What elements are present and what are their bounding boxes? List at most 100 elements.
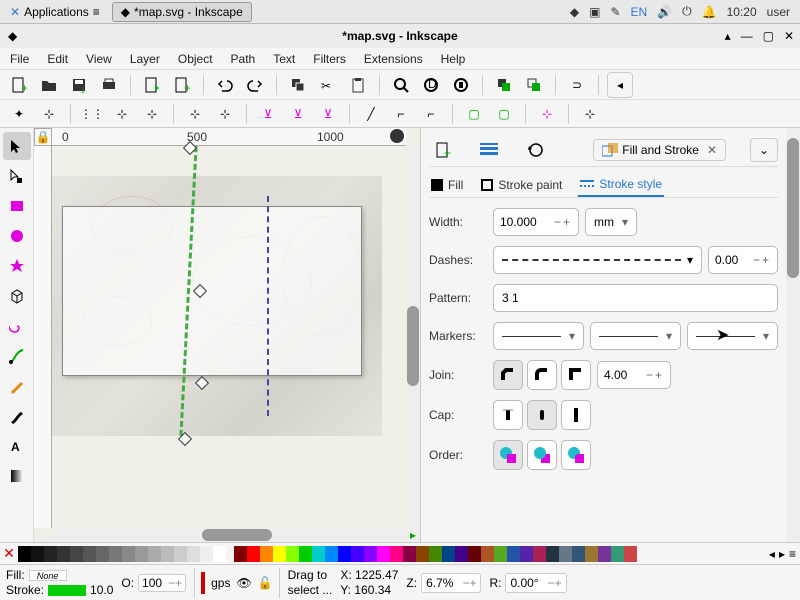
palette-none-swatch[interactable]: ✕	[0, 545, 18, 563]
3dbox-tool[interactable]	[3, 282, 31, 310]
swatch[interactable]	[96, 546, 109, 562]
snap-btn-6[interactable]: ⊹	[182, 101, 208, 127]
status-stroke-swatch[interactable]	[48, 585, 86, 596]
zoom-page-button[interactable]	[448, 72, 474, 98]
subtab-stroke-style[interactable]: Stroke style	[578, 173, 664, 197]
marker-mid-select[interactable]: ▾	[590, 322, 681, 350]
snap-btn-5[interactable]: ⊹	[139, 101, 165, 127]
window-close-button[interactable]: ✕	[784, 29, 794, 43]
visibility-icon[interactable]: 👁	[236, 576, 251, 590]
swatch[interactable]	[533, 546, 546, 562]
snap-btn-16[interactable]: ⊹	[534, 101, 560, 127]
canvas-vscroll[interactable]	[406, 146, 420, 528]
pattern-input[interactable]: 3 1	[493, 284, 778, 312]
snap-btn-14[interactable]: ▢	[461, 101, 487, 127]
menu-help[interactable]: Help	[441, 52, 466, 66]
order-3-button[interactable]	[561, 440, 591, 470]
canvas-corner-button[interactable]: ▸	[406, 528, 420, 542]
ruler-lock-icon[interactable]: 🔒	[34, 128, 52, 146]
swatch[interactable]	[338, 546, 351, 562]
swatch[interactable]	[468, 546, 481, 562]
cap-round-button[interactable]	[527, 400, 557, 430]
swatch[interactable]	[559, 546, 572, 562]
snap-btn-2[interactable]: ⊹	[36, 101, 62, 127]
tray-lang[interactable]: EN	[631, 5, 648, 19]
tray-bell-icon[interactable]: 🔔	[702, 5, 717, 19]
order-1-button[interactable]	[493, 440, 523, 470]
swatch[interactable]	[390, 546, 403, 562]
swatch[interactable]	[481, 546, 494, 562]
swatch[interactable]	[585, 546, 598, 562]
snap-btn-11[interactable]: ╱	[358, 101, 384, 127]
status-fill-swatch[interactable]: None	[29, 570, 67, 581]
undo-button[interactable]	[212, 72, 238, 98]
pencil-tool[interactable]	[3, 372, 31, 400]
swatch[interactable]	[234, 546, 247, 562]
zoom-sel-button[interactable]	[388, 72, 414, 98]
menu-file[interactable]: File	[10, 52, 29, 66]
paste-button[interactable]	[345, 72, 371, 98]
print-button[interactable]	[96, 72, 122, 98]
snap-btn-7[interactable]: ⊹	[212, 101, 238, 127]
palette-right-button[interactable]: ▸	[779, 547, 785, 561]
export-button[interactable]: +	[169, 72, 195, 98]
cap-square-button[interactable]	[561, 400, 591, 430]
rect-tool[interactable]	[3, 192, 31, 220]
snap-btn-17[interactable]: ⊹	[577, 101, 603, 127]
snap-btn-13[interactable]: ⌐	[418, 101, 444, 127]
selector-tool[interactable]	[3, 132, 31, 160]
unlink-button[interactable]: ⊃	[564, 72, 590, 98]
swatch[interactable]	[83, 546, 96, 562]
panel-tab-fillstroke[interactable]: Fill and Stroke ✕	[593, 139, 726, 161]
clone-button[interactable]	[521, 72, 547, 98]
dash-offset-input[interactable]: −+	[708, 246, 778, 274]
cap-butt-button[interactable]	[493, 400, 523, 430]
swatch[interactable]	[494, 546, 507, 562]
zoom-draw-button[interactable]: D	[418, 72, 444, 98]
swatch[interactable]	[213, 546, 226, 562]
snap-btn-10[interactable]: ⊻	[315, 101, 341, 127]
snap-btn-3[interactable]: ⋮⋮	[79, 101, 105, 127]
node-tool[interactable]	[3, 162, 31, 190]
swatch[interactable]	[187, 546, 200, 562]
taskbar-window-button[interactable]: ◆*map.svg - Inkscape	[112, 2, 252, 22]
swatch[interactable]	[455, 546, 468, 562]
swatch[interactable]	[70, 546, 83, 562]
miter-limit-input[interactable]: −+	[597, 361, 671, 389]
snap-btn-4[interactable]: ⊹	[109, 101, 135, 127]
swatch[interactable]	[174, 546, 187, 562]
swatch[interactable]	[18, 546, 31, 562]
tray-power-icon[interactable]: ⏻	[682, 4, 692, 19]
pen-tool[interactable]	[3, 342, 31, 370]
applications-menu[interactable]: ✕Applications≡	[4, 3, 106, 21]
swatch[interactable]	[148, 546, 161, 562]
menu-view[interactable]: View	[86, 52, 112, 66]
import-button[interactable]	[139, 72, 165, 98]
close-icon[interactable]: ✕	[707, 143, 717, 157]
rotation-input[interactable]: 0.00°−+	[505, 573, 566, 593]
canvas-hscroll[interactable]	[52, 528, 406, 542]
swatch[interactable]	[377, 546, 390, 562]
save-button[interactable]: ↓	[66, 72, 92, 98]
canvas[interactable]	[52, 146, 406, 528]
new-doc-button[interactable]: +	[6, 72, 32, 98]
swatch[interactable]	[546, 546, 559, 562]
swatch[interactable]	[611, 546, 624, 562]
window-maximize-button[interactable]: ▢	[763, 29, 774, 43]
more-button[interactable]: ◂	[607, 72, 633, 98]
blue-path[interactable]	[267, 196, 269, 416]
swatch[interactable]	[520, 546, 533, 562]
swatch[interactable]	[429, 546, 442, 562]
duplicate-button[interactable]	[491, 72, 517, 98]
swatch[interactable]	[598, 546, 611, 562]
panel-tab-layers-icon[interactable]	[475, 138, 503, 162]
swatch[interactable]	[286, 546, 299, 562]
tray-icon[interactable]: ◆	[570, 5, 579, 19]
swatch[interactable]	[135, 546, 148, 562]
panel-chevron-button[interactable]: ⌄	[750, 138, 778, 162]
swatch[interactable]	[299, 546, 312, 562]
tray-hand-icon[interactable]: ✎	[610, 5, 620, 19]
panel-tab-history-icon[interactable]	[521, 138, 549, 162]
ellipse-tool[interactable]	[3, 222, 31, 250]
marker-start-select[interactable]: ▾	[493, 322, 584, 350]
